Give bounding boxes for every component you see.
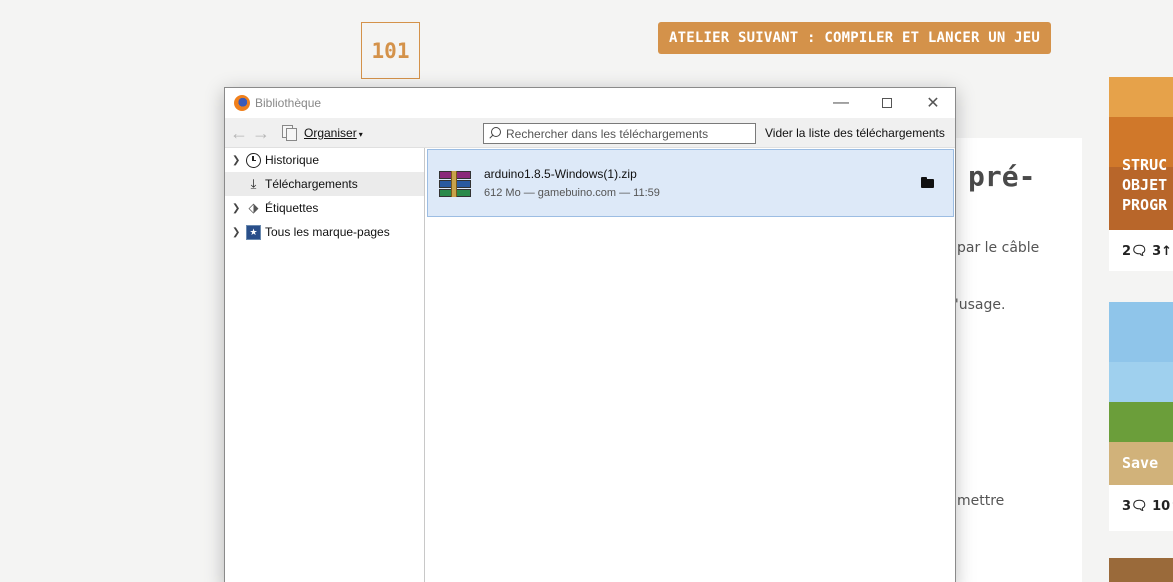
card-stats: 2🗨 3↑ [1122,244,1173,259]
library-sidebar: ❯ Historique ⤓ Téléchargements ❯ ⬗ Étiqu… [225,148,425,582]
caret-down-icon: ▾ [358,130,363,139]
sidebar-item-downloads[interactable]: ⤓ Téléchargements [225,172,424,196]
maximize-button[interactable] [864,88,910,118]
download-file-meta: 612 Mo — gamebuino.com — 11:59 [484,187,660,199]
downloads-list: arduino1.8.5-Windows(1).zip 612 Mo — gam… [426,148,955,582]
card-title: STRUC OBJET PROGR [1122,156,1168,214]
sidebar-item-label: Historique [265,153,320,167]
sidebar-item-tags[interactable]: ❯ ⬗ Étiquettes [225,196,424,220]
sidebar-item-history[interactable]: ❯ Historique [225,148,424,172]
tag-icon: ⬗ [248,200,259,215]
search-input[interactable] [506,126,746,141]
library-toolbar: ← → Organiser▾ Vider la liste des téléch… [225,118,955,148]
firefox-icon [234,95,250,111]
card-title: Save [1122,454,1159,472]
sidebar-item-all-bookmarks[interactable]: ❯ ★ Tous les marque-pages [225,220,424,244]
clear-downloads-button[interactable]: Vider la liste des téléchargements [765,126,945,140]
minimize-button[interactable]: — [818,88,864,118]
window-title: Bibliothèque [255,96,322,110]
chevron-right-icon[interactable]: ❯ [232,155,240,166]
article-text-line: par le câble [957,240,1040,256]
article-title: pré- [968,160,1036,193]
forward-button[interactable]: → [251,123,271,143]
close-icon: ✕ [926,95,940,112]
window-titlebar[interactable]: Bibliothèque — ✕ [225,88,955,118]
search-icon [488,126,502,141]
card-thumbnail [1109,558,1173,582]
library-window: Bibliothèque — ✕ ← → Organiser▾ Vider la… [224,87,956,582]
chevron-right-icon[interactable]: ❯ [232,227,240,238]
arrow-right-icon: → [252,123,270,143]
clock-icon [246,152,261,168]
article-card[interactable] [1109,558,1173,582]
comment-icon: 🗨 [1131,499,1148,514]
chevron-right-icon[interactable]: ❯ [232,203,240,214]
organise-icon[interactable] [282,125,297,141]
back-button[interactable]: ← [229,123,249,143]
sidebar-item-label: Tous les marque-pages [265,225,390,239]
search-box[interactable] [483,123,756,144]
open-folder-icon[interactable] [921,177,935,189]
next-workshop-button[interactable]: ATELIER SUIVANT : COMPILER ET LANCER UN … [658,22,1052,54]
card-stats: 3🗨 10↑ [1122,499,1173,514]
article-panel [940,138,1082,582]
comment-icon: 🗨 [1131,244,1148,259]
minimize-icon: — [833,94,849,111]
download-item[interactable]: arduino1.8.5-Windows(1).zip 612 Mo — gam… [427,149,954,217]
article-text-line: mettre [957,493,1005,509]
arrow-left-icon: ← [230,123,248,143]
article-card[interactable]: STRUC OBJET PROGR 2🗨 3↑ [1109,47,1173,271]
maximize-icon [882,98,892,108]
download-file-name: arduino1.8.5-Windows(1).zip [484,167,637,181]
archive-file-icon [439,171,471,197]
article-card[interactable]: Save 3🗨 10↑ [1109,302,1173,531]
sidebar-item-label: Étiquettes [265,201,319,215]
download-icon: ⤓ [250,176,257,191]
lesson-number-badge: 101 [361,22,420,79]
sidebar-item-label: Téléchargements [265,177,358,191]
organise-button[interactable]: Organiser ▾ [304,126,363,140]
arrow-up-icon: ↑ [1161,244,1173,259]
close-button[interactable]: ✕ [910,88,956,118]
bookmarks-icon: ★ [246,224,261,240]
article-text-line: l'usage. [951,297,1006,313]
